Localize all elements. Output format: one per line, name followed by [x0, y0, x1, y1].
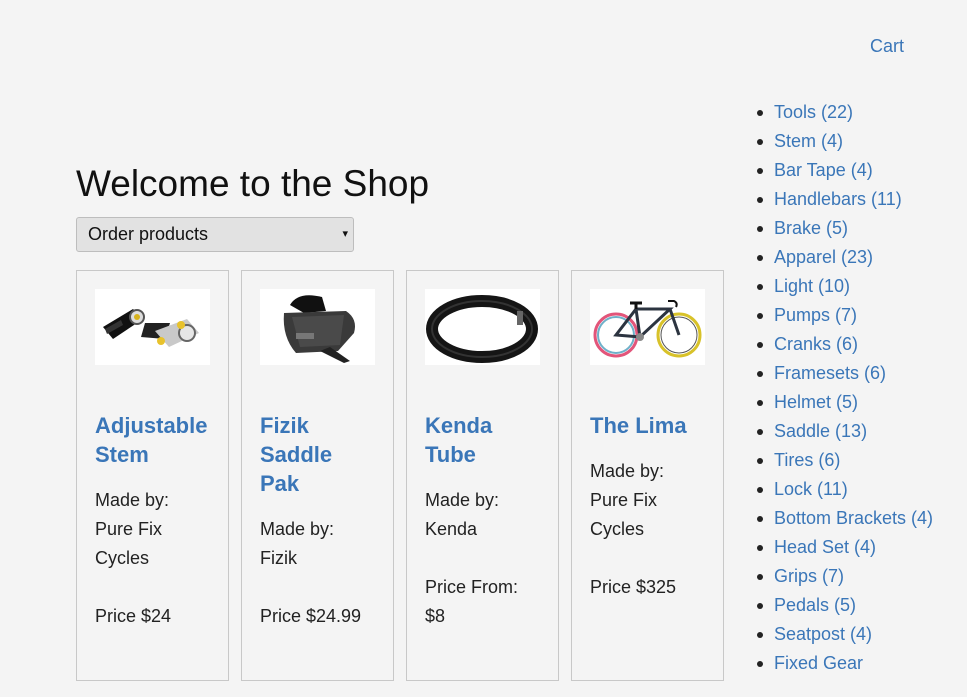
product-card: Fizik Saddle Pak Made by: Fizik Price $2…	[241, 270, 394, 681]
category-link-cranks[interactable]: Cranks (6)	[774, 334, 858, 354]
category-item: Pumps (7)	[756, 301, 961, 330]
maker-label: Made by:	[260, 519, 335, 539]
category-link-pumps[interactable]: Pumps (7)	[774, 305, 857, 325]
category-item: Helmet (5)	[756, 388, 961, 417]
category-item: Tools (22)	[756, 98, 961, 127]
category-item: Light (10)	[756, 272, 961, 301]
fixed-gear-bike-photo-icon	[593, 300, 702, 358]
category-link-saddle[interactable]: Saddle (13)	[774, 421, 867, 441]
product-name-link[interactable]: Fizik Saddle Pak	[260, 411, 375, 498]
category-item: Pedals (5)	[756, 591, 961, 620]
product-name-link[interactable]: Adjustable Stem	[95, 411, 210, 469]
category-item: Framesets (6)	[756, 359, 961, 388]
cart-link[interactable]: Cart	[870, 36, 904, 57]
category-item: Tires (6)	[756, 446, 961, 475]
category-item: Cranks (6)	[756, 330, 961, 359]
category-item: Seatpost (4)	[756, 620, 961, 649]
maker-value: Fizik	[260, 548, 297, 568]
category-link-handlebars[interactable]: Handlebars (11)	[774, 189, 902, 209]
category-link-framesets[interactable]: Framesets (6)	[774, 363, 886, 383]
maker-value: Pure Fix Cycles	[95, 519, 163, 568]
stem-photo-icon	[103, 309, 199, 347]
category-item: Fixed Gear	[756, 649, 961, 678]
category-link-pedals[interactable]: Pedals (5)	[774, 595, 856, 615]
product-price: Price $24	[95, 606, 172, 626]
maker-value: Kenda	[425, 519, 478, 539]
category-link-brake[interactable]: Brake (5)	[774, 218, 848, 238]
category-link-lock[interactable]: Lock (11)	[774, 479, 848, 499]
category-list: Tools (22) Stem (4) Bar Tape (4) Handleb…	[756, 98, 961, 678]
category-item: Bottom Brackets (4)	[756, 504, 961, 533]
product-price: Price $325	[590, 577, 677, 597]
saddle-bag-photo-icon	[283, 295, 355, 363]
product-image-bike[interactable]	[590, 289, 705, 365]
category-link-tools[interactable]: Tools (22)	[774, 102, 853, 122]
category-item: Head Set (4)	[756, 533, 961, 562]
category-item: Bar Tape (4)	[756, 156, 961, 185]
product-image-stem[interactable]	[95, 289, 210, 365]
inner-tube-photo-icon	[426, 295, 538, 363]
category-link-grips[interactable]: Grips (7)	[774, 566, 844, 586]
category-item: Handlebars (11)	[756, 185, 961, 214]
category-link-seatpost[interactable]: Seatpost (4)	[774, 624, 872, 644]
product-price: Price From: $8	[425, 577, 519, 626]
category-item: Lock (11)	[756, 475, 961, 504]
category-link-apparel[interactable]: Apparel (23)	[774, 247, 873, 267]
category-link-helmet[interactable]: Helmet (5)	[774, 392, 858, 412]
product-image-saddle-bag[interactable]	[260, 289, 375, 365]
category-link-stem[interactable]: Stem (4)	[774, 131, 843, 151]
order-products-select[interactable]: Order products ▾	[76, 217, 354, 252]
product-price: Price $24.99	[260, 606, 362, 626]
category-link-head-set[interactable]: Head Set (4)	[774, 537, 876, 557]
category-item: Saddle (13)	[756, 417, 961, 446]
order-select-value: Order products	[88, 224, 209, 244]
product-card: Adjustable Stem Made by: Pure Fix Cycles…	[76, 270, 229, 681]
page-title: Welcome to the Shop	[76, 163, 430, 204]
category-item: Grips (7)	[756, 562, 961, 591]
category-link-light[interactable]: Light (10)	[774, 276, 850, 296]
maker-label: Made by:	[590, 461, 665, 481]
chevron-down-icon: ▾	[342, 228, 348, 240]
category-item: Stem (4)	[756, 127, 961, 156]
category-link-bar-tape[interactable]: Bar Tape (4)	[774, 160, 873, 180]
product-name-link[interactable]: Kenda Tube	[425, 411, 540, 469]
product-name-link[interactable]: The Lima	[590, 411, 705, 440]
category-item: Apparel (23)	[756, 243, 961, 272]
maker-label: Made by:	[95, 490, 170, 510]
category-link-fixed-gear[interactable]: Fixed Gear	[774, 653, 863, 673]
category-link-bottom-brackets[interactable]: Bottom Brackets (4)	[774, 508, 933, 528]
maker-label: Made by:	[425, 490, 500, 510]
maker-value: Pure Fix Cycles	[590, 490, 658, 539]
product-card: Kenda Tube Made by: Kenda Price From: $8	[406, 270, 559, 681]
category-link-tires[interactable]: Tires (6)	[774, 450, 840, 470]
product-image-inner-tube[interactable]	[425, 289, 540, 365]
category-item: Brake (5)	[756, 214, 961, 243]
product-card: The Lima Made by: Pure Fix Cycles Price …	[571, 270, 724, 681]
